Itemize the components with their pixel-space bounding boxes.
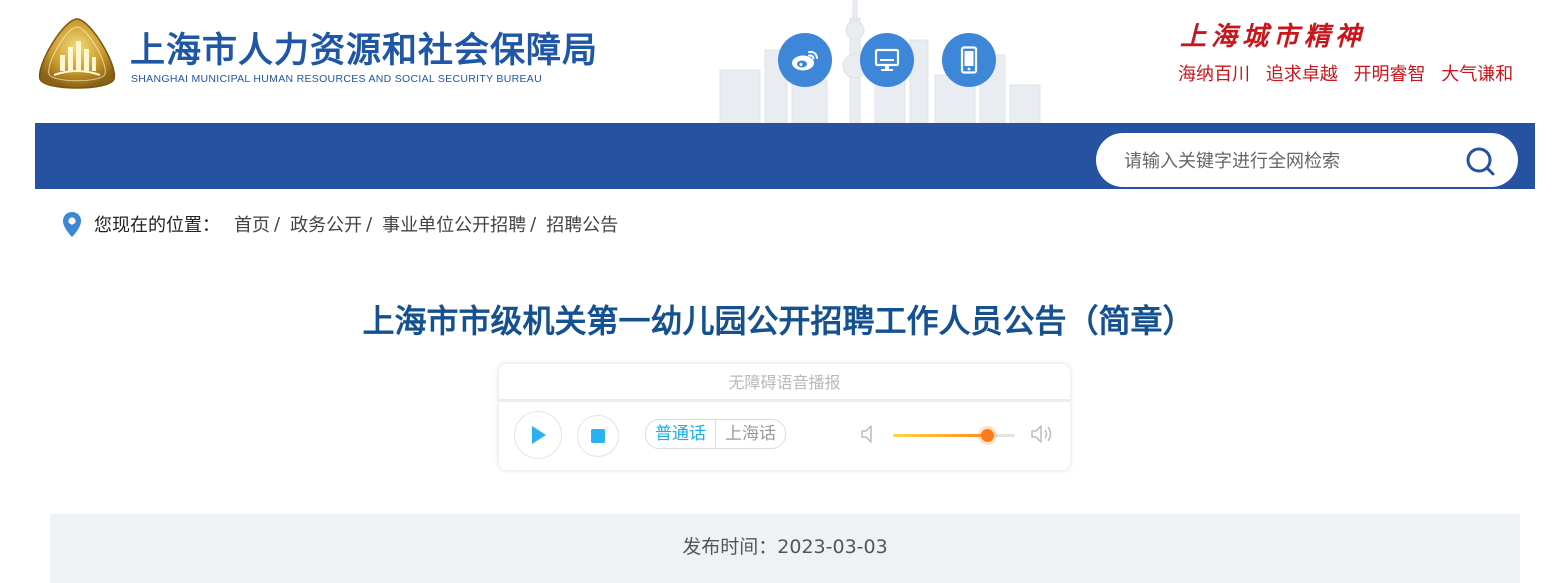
article-title: 上海市市级机关第一幼儿园公开招聘工作人员公告（简章） [362, 302, 1195, 340]
bureau-emblem-logo[interactable] [34, 17, 120, 93]
search-icon[interactable] [1465, 146, 1497, 178]
org-name-en: SHANGHAI MUNICIPAL HUMAN RESOURCES AND S… [131, 73, 542, 85]
breadcrumb-separator: / [274, 213, 281, 235]
site-header: 上海市人力资源和社会保障局 SHANGHAI MUNICIPAL HUMAN R… [0, 0, 1557, 123]
org-name-cn: 上海市人力资源和社会保障局 [130, 31, 599, 71]
location-pin-icon [63, 211, 81, 237]
lang-mandarin[interactable]: 普通话 [646, 420, 716, 448]
publish-label: 发布时间： [682, 536, 778, 558]
breadcrumb-home[interactable]: 首页 [234, 211, 270, 237]
mobile-icon [960, 46, 978, 74]
spirit-word: 海纳百川 [1178, 64, 1250, 85]
stop-button[interactable] [577, 415, 619, 457]
search-box [1096, 133, 1518, 187]
breadcrumb-label: 您现在的位置： [94, 215, 220, 236]
spirit-word: 开明睿智 [1353, 64, 1426, 85]
city-spirit-words: 海纳百川 追求卓越 开明睿智 大气谦和 [1178, 60, 1523, 86]
search-input[interactable] [1122, 146, 1446, 176]
breadcrumb-gov-affairs[interactable]: 政务公开 [290, 211, 362, 237]
breadcrumb-announcements[interactable]: 招聘公告 [546, 211, 618, 237]
breadcrumb-separator: / [530, 213, 537, 235]
publish-info-bar: 发布时间：2023-03-03 [50, 514, 1520, 583]
volume-slider-knob[interactable] [980, 429, 994, 442]
play-icon [532, 426, 546, 444]
weibo-button[interactable] [778, 33, 832, 87]
lang-shanghainese[interactable]: 上海话 [716, 420, 785, 448]
play-button[interactable] [514, 411, 562, 459]
publish-time: 发布时间：2023-03-03 [50, 532, 1520, 559]
spirit-word: 追求卓越 [1265, 64, 1338, 85]
breadcrumb: 您现在的位置： 首页 / 政务公开 / 事业单位公开招聘 / 招聘公告 [62, 210, 618, 238]
desktop-icon [874, 48, 900, 71]
volume-slider-fill [893, 434, 987, 437]
spirit-word: 大气谦和 [1441, 64, 1514, 85]
voice-broadcast-player: 无障碍语音播报 普通话 上海话 [499, 364, 1070, 470]
language-toggle: 普通话 上海话 [645, 419, 786, 449]
player-header: 无障碍语音播报 [499, 364, 1070, 402]
volume-slider[interactable] [893, 429, 1015, 442]
publish-date: 2023-03-03 [777, 536, 888, 558]
weibo-icon [792, 50, 818, 71]
volume-low-icon[interactable] [859, 423, 881, 445]
breadcrumb-recruitment[interactable]: 事业单位公开招聘 [382, 211, 526, 237]
breadcrumb-separator: / [366, 213, 373, 235]
stop-icon [591, 429, 605, 443]
volume-high-icon[interactable] [1029, 423, 1055, 445]
city-spirit-title: 上海城市精神 [1180, 22, 1367, 52]
desktop-site-button[interactable] [860, 33, 914, 87]
mobile-site-button[interactable] [942, 33, 996, 87]
